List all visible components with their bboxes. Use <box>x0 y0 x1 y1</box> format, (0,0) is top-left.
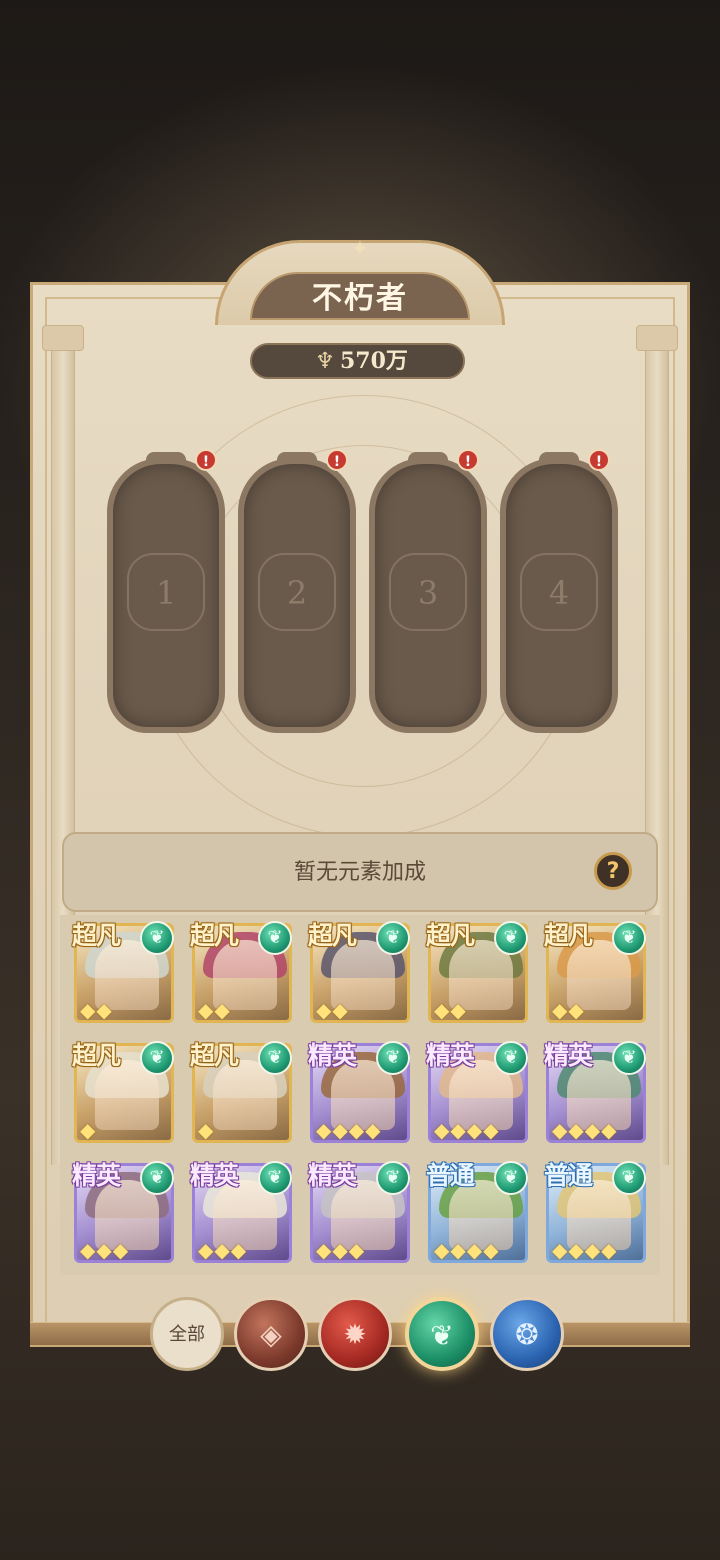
star-rating: ◆◆ <box>316 998 349 1022</box>
wind-element-icon: ❦ <box>612 1161 646 1195</box>
wind-element-icon: ❦ <box>376 921 410 955</box>
wind-element-icon: ❦ <box>612 1041 646 1075</box>
element-bonus-text: 暂无元素加成 <box>293 860 426 885</box>
star-rating: ◆ <box>198 1118 215 1142</box>
rarity-label: 精英 <box>544 1041 593 1070</box>
rarity-label: 超凡 <box>72 1041 121 1070</box>
wind-element-icon: ❦ <box>494 1161 528 1195</box>
alert-icon: ! <box>195 449 217 471</box>
slot-number: 3 <box>417 574 439 612</box>
wind-element-icon: ❦ <box>140 1041 174 1075</box>
alert-icon: ! <box>326 449 348 471</box>
slot-number: 4 <box>548 574 570 612</box>
star-rating: ◆◆ <box>434 998 467 1022</box>
slot-number: 1 <box>155 574 177 612</box>
wind-element-icon: ❦ <box>258 1041 292 1075</box>
wind-element-icon: ❦ <box>430 1319 454 1352</box>
alert-icon: ! <box>588 449 610 471</box>
rarity-label: 超凡 <box>426 921 475 950</box>
slot-number: 2 <box>286 574 308 612</box>
wind-element-icon: ❦ <box>612 921 646 955</box>
star-rating: ◆◆◆◆ <box>552 1118 618 1142</box>
star-rating: ◆◆◆ <box>198 1238 248 1262</box>
rarity-label: 精英 <box>72 1161 121 1190</box>
rarity-label: 超凡 <box>544 921 593 950</box>
trident-icon: ♆ <box>315 349 335 374</box>
wind-element-icon: ❦ <box>258 1161 292 1195</box>
star-rating: ◆◆ <box>552 998 585 1022</box>
wind-element-icon: ❦ <box>376 1161 410 1195</box>
sparkle-icon: ✦ <box>350 237 370 262</box>
help-button[interactable]: ? <box>594 852 632 890</box>
wind-element-icon: ❦ <box>494 921 528 955</box>
filter-all-button[interactable]: 全部 <box>150 1297 224 1371</box>
filter-water-element-button[interactable]: ❂ <box>490 1297 564 1371</box>
rarity-label: 超凡 <box>190 921 239 950</box>
wind-element-icon: ❦ <box>376 1041 410 1075</box>
water-element-icon: ❂ <box>515 1318 539 1351</box>
rarity-label: 超凡 <box>72 921 121 950</box>
star-rating: ◆◆ <box>80 998 113 1022</box>
star-rating: ◆◆ <box>198 998 231 1022</box>
filter-wind-element-button[interactable]: ❦ <box>405 1297 479 1371</box>
rune-element-icon: ◈ <box>260 1318 282 1351</box>
rarity-label: 精英 <box>308 1161 357 1190</box>
wind-element-icon: ❦ <box>140 921 174 955</box>
wind-element-icon: ❦ <box>494 1041 528 1075</box>
fire-element-icon: ✹ <box>343 1318 367 1351</box>
wind-element-icon: ❦ <box>258 921 292 955</box>
power-value: 570万 <box>340 348 408 374</box>
star-rating: ◆◆◆ <box>80 1238 130 1262</box>
filter-rune-element-button[interactable]: ◈ <box>234 1297 308 1371</box>
rarity-label: 精英 <box>308 1041 357 1070</box>
rarity-label: 超凡 <box>308 921 357 950</box>
star-rating: ◆◆◆ <box>316 1238 366 1262</box>
star-rating: ◆ <box>80 1118 97 1142</box>
rarity-label: 超凡 <box>190 1041 239 1070</box>
star-rating: ◆◆◆◆ <box>316 1118 382 1142</box>
alert-icon: ! <box>457 449 479 471</box>
page-title: 不朽者 <box>312 281 408 316</box>
star-rating: ◆◆◆◆ <box>552 1238 618 1262</box>
star-rating: ◆◆◆◆ <box>434 1238 500 1262</box>
rarity-label: 精英 <box>190 1161 239 1190</box>
filter-fire-element-button[interactable]: ✹ <box>318 1297 392 1371</box>
rarity-label: 普通 <box>426 1161 475 1190</box>
rarity-label: 普通 <box>544 1161 593 1190</box>
rarity-label: 精英 <box>426 1041 475 1070</box>
wind-element-icon: ❦ <box>140 1161 174 1195</box>
star-rating: ◆◆◆◆ <box>434 1118 500 1142</box>
